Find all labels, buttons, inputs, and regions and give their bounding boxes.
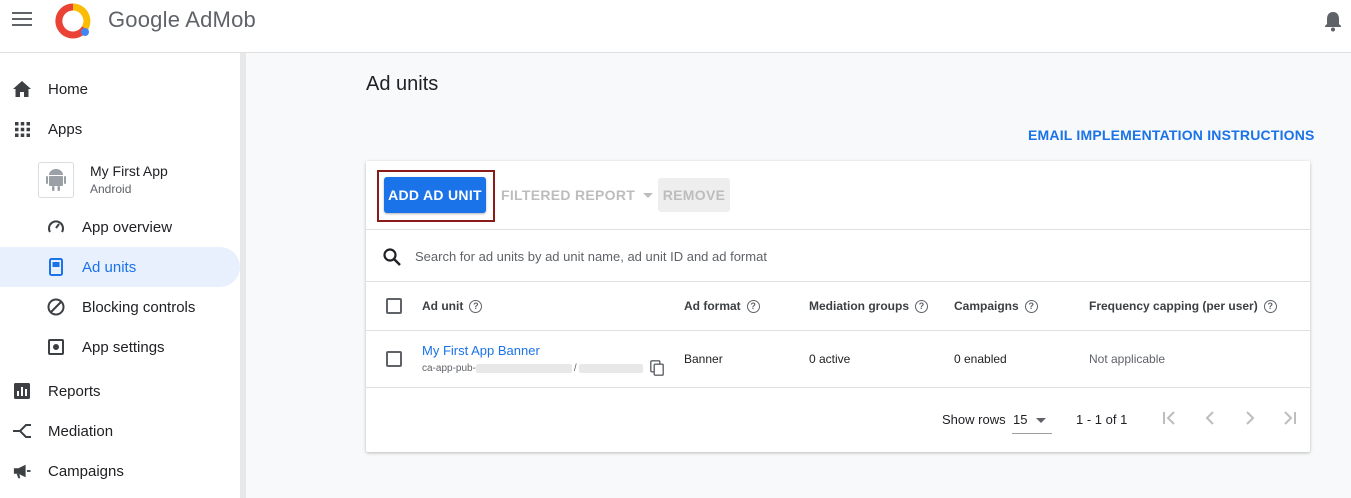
sidebar-item-label: Ad units: [82, 258, 137, 276]
table-row: My First App Banner ca-app-pub- / Banner…: [366, 331, 1310, 388]
gauge-icon: [47, 218, 65, 236]
copy-icon[interactable]: [650, 360, 664, 376]
help-icon[interactable]: ?: [746, 299, 760, 313]
column-label: Frequency capping (per user): [1089, 299, 1258, 313]
app-name: My First App: [90, 163, 168, 179]
table-toolbar: ADD AD UNIT FILTERED REPORT REMOVE: [366, 161, 1310, 230]
filtered-report-label: FILTERED REPORT: [501, 187, 636, 203]
sidebar-item-label: Apps: [48, 120, 83, 138]
row-checkbox[interactable]: [386, 351, 402, 367]
app-selector[interactable]: My First App Android: [38, 160, 238, 200]
column-header-ad-unit[interactable]: Ad unit ?: [422, 299, 483, 313]
mediation-icon: [13, 422, 31, 440]
ad-unit-id-prefix: ca-app-pub-: [422, 363, 476, 374]
sidebar-item-label: Campaigns: [48, 462, 124, 480]
sidebar-item-blocking-controls[interactable]: Blocking controls: [0, 287, 240, 327]
redacted-block: [578, 364, 643, 373]
help-icon[interactable]: ?: [1263, 299, 1277, 313]
sidebar-item-label: App overview: [82, 218, 173, 236]
sidebar-item-label: Home: [48, 80, 89, 98]
column-label: Mediation groups: [809, 299, 909, 313]
previous-page-icon[interactable]: [1200, 408, 1220, 428]
notifications-bell-icon[interactable]: [1323, 10, 1343, 32]
campaigns-cell: 0 enabled: [954, 352, 1007, 366]
sidebar-item-app-settings[interactable]: App settings: [0, 327, 240, 367]
email-instructions-link[interactable]: EMAIL IMPLEMENTATION INSTRUCTIONS: [1028, 127, 1315, 143]
sidebar-item-reports[interactable]: Reports: [0, 371, 240, 411]
dropdown-arrow-icon: [643, 192, 654, 198]
sidebar: Home Apps My First App Android App overv…: [0, 53, 246, 498]
sidebar-item-home[interactable]: Home: [0, 69, 240, 109]
app-platform: Android: [90, 182, 132, 196]
brand-title: Google AdMob: [108, 7, 256, 32]
sidebar-item-app-overview[interactable]: App overview: [0, 207, 240, 247]
help-icon[interactable]: ?: [469, 299, 483, 313]
column-label: Ad format: [684, 299, 741, 313]
column-header-campaigns[interactable]: Campaigns ?: [954, 299, 1038, 313]
sidebar-item-label: Mediation: [48, 422, 114, 440]
sidebar-item-apps[interactable]: Apps: [0, 109, 240, 149]
frequency-capping-cell: Not applicable: [1089, 352, 1166, 366]
last-page-icon[interactable]: [1280, 408, 1300, 428]
search-icon: [383, 248, 401, 266]
column-label: Campaigns: [954, 299, 1019, 313]
ad-unit-name-link[interactable]: My First App Banner: [422, 343, 540, 358]
help-icon[interactable]: ?: [1024, 299, 1038, 313]
block-icon: [47, 298, 65, 316]
column-header-mediation-groups[interactable]: Mediation groups ?: [809, 299, 928, 313]
ad-units-card: ADD AD UNIT FILTERED REPORT REMOVE Ad un…: [366, 161, 1310, 452]
sidebar-item-label: Blocking controls: [82, 298, 196, 316]
column-header-ad-format[interactable]: Ad format ?: [684, 299, 760, 313]
sidebar-item-label: Reports: [48, 382, 101, 400]
rows-per-page-value: 15: [1013, 412, 1028, 427]
next-page-icon[interactable]: [1240, 408, 1260, 428]
apps-grid-icon: [13, 120, 31, 138]
admob-logo-icon: [55, 3, 91, 39]
remove-button[interactable]: REMOVE: [658, 178, 730, 212]
reports-icon: [13, 382, 31, 400]
page-title: Ad units: [366, 73, 439, 95]
filtered-report-button[interactable]: FILTERED REPORT: [501, 187, 654, 203]
ad-unit-icon: [47, 258, 65, 276]
add-ad-unit-button[interactable]: ADD AD UNIT: [384, 177, 486, 213]
pagination-range: 1 - 1 of 1: [1076, 412, 1128, 427]
dropdown-arrow-icon: [1036, 418, 1046, 423]
ad-format-cell: Banner: [684, 352, 723, 366]
settings-icon: [47, 338, 65, 356]
first-page-icon[interactable]: [1159, 408, 1179, 428]
mediation-groups-cell: 0 active: [809, 352, 851, 366]
help-icon[interactable]: ?: [915, 299, 928, 313]
column-header-frequency-capping[interactable]: Frequency capping (per user) ?: [1089, 299, 1277, 313]
menu-icon[interactable]: [12, 12, 32, 28]
rows-per-page-select[interactable]: 15: [1012, 406, 1052, 434]
column-label: Ad unit: [422, 299, 464, 313]
sidebar-item-label: App settings: [82, 338, 165, 356]
home-icon: [13, 80, 31, 98]
ad-unit-id-separator: /: [573, 363, 577, 374]
ad-unit-id: ca-app-pub- /: [422, 363, 643, 374]
show-rows-label: Show rows: [942, 412, 1006, 427]
table-header: Ad unit ? Ad format ? Mediation groups ?…: [366, 282, 1310, 331]
select-all-checkbox[interactable]: [386, 298, 402, 314]
top-app-bar: Google AdMob: [0, 0, 1351, 53]
campaigns-icon: [13, 462, 31, 480]
search-input[interactable]: [415, 244, 1015, 268]
table-pagination: Show rows 15 1 - 1 of 1: [366, 388, 1310, 452]
sidebar-item-campaigns[interactable]: Campaigns: [0, 451, 240, 491]
sidebar-item-mediation[interactable]: Mediation: [0, 411, 240, 451]
sidebar-item-ad-units[interactable]: Ad units: [0, 247, 240, 287]
android-app-icon: [38, 162, 74, 198]
redacted-block: [475, 364, 572, 373]
search-bar: [366, 230, 1310, 282]
